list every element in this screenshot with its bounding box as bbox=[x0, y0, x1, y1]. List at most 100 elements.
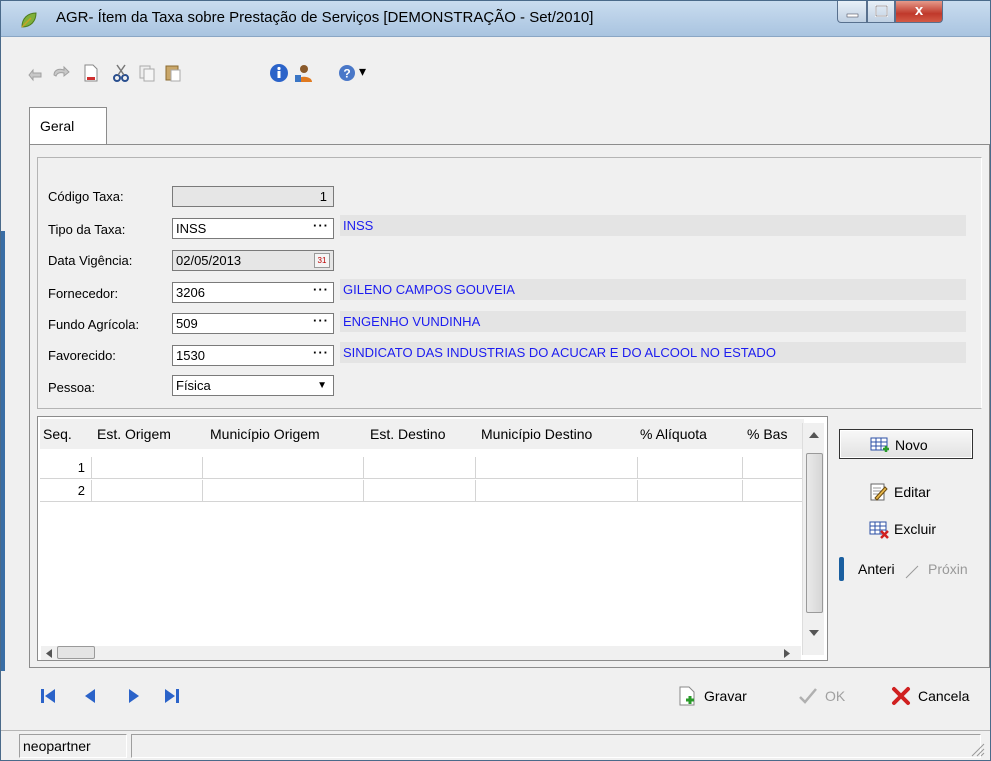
gravar-label: Gravar bbox=[704, 688, 747, 704]
next-record-icon[interactable] bbox=[125, 687, 143, 705]
cancela-label: Cancela bbox=[918, 688, 970, 704]
tipo-taxa-value: INSS bbox=[176, 221, 207, 236]
redo-icon[interactable] bbox=[51, 63, 71, 83]
table-row[interactable]: 2 bbox=[40, 480, 802, 502]
table-row[interactable]: 1 bbox=[40, 457, 802, 479]
fornecedor-lookup-icon[interactable]: ··· bbox=[313, 280, 329, 299]
data-grid: Seq. Est. Origem Município Origem Est. D… bbox=[37, 416, 828, 661]
data-vigencia-value: 02/05/2013 bbox=[176, 253, 242, 268]
last-record-icon[interactable] bbox=[163, 687, 181, 705]
tipo-taxa-field[interactable]: INSS ··· bbox=[172, 218, 334, 239]
fundo-agricola-lookup-icon[interactable]: ··· bbox=[313, 311, 329, 330]
scroll-down-icon[interactable] bbox=[809, 629, 819, 637]
divider-slash-icon bbox=[905, 565, 919, 579]
maximize-button[interactable] bbox=[867, 1, 895, 23]
tipo-taxa-lookup-icon[interactable]: ··· bbox=[313, 216, 329, 235]
tipo-taxa-label: Tipo da Taxa: bbox=[48, 222, 126, 237]
col-base[interactable]: % Bas bbox=[747, 426, 787, 442]
scroll-left-icon[interactable] bbox=[45, 649, 53, 658]
codigo-taxa-field: 1 bbox=[172, 186, 334, 207]
data-vigencia-field[interactable]: 02/05/2013 31 bbox=[172, 250, 334, 271]
tab-geral-label: Geral bbox=[40, 118, 75, 134]
tab-geral[interactable]: Geral bbox=[29, 107, 107, 145]
edit-icon bbox=[870, 483, 888, 501]
favorecido-field[interactable]: 1530 ··· bbox=[172, 345, 334, 366]
col-est-origem[interactable]: Est. Origem bbox=[97, 426, 171, 442]
fundo-agricola-field[interactable]: 509 ··· bbox=[172, 313, 334, 334]
close-icon: x bbox=[914, 2, 924, 19]
pessoa-value: Física bbox=[176, 378, 211, 393]
favorecido-lookup-icon[interactable]: ··· bbox=[313, 343, 329, 362]
hscroll-thumb[interactable] bbox=[57, 646, 95, 659]
previous-record-icon[interactable] bbox=[81, 687, 99, 705]
col-divider bbox=[202, 457, 203, 479]
pessoa-select[interactable]: Física ▼ bbox=[172, 375, 334, 396]
cancela-button[interactable]: Cancela bbox=[891, 683, 986, 709]
user-icon[interactable] bbox=[293, 63, 313, 83]
status-message-pane bbox=[131, 734, 981, 758]
fundo-agricola-description: ENGENHO VUNDINHA bbox=[340, 311, 966, 332]
excluir-button[interactable]: Excluir bbox=[839, 514, 973, 544]
window-title: AGR- Ítem da Taxa sobre Prestação de Ser… bbox=[56, 9, 594, 26]
copy-icon[interactable] bbox=[137, 63, 157, 83]
ok-label: OK bbox=[825, 688, 846, 704]
maximize-icon bbox=[875, 5, 888, 17]
grid-header: Seq. Est. Origem Município Origem Est. D… bbox=[40, 419, 804, 449]
pessoa-label: Pessoa: bbox=[48, 380, 95, 395]
col-aliquota[interactable]: % Alíquota bbox=[640, 426, 707, 442]
paste-icon[interactable] bbox=[163, 63, 183, 83]
svg-text:?: ? bbox=[343, 67, 350, 81]
title-bar[interactable]: AGR- Ítem da Taxa sobre Prestação de Ser… bbox=[1, 1, 990, 37]
proximo-button[interactable]: Próxin bbox=[928, 561, 968, 577]
status-user: neopartner bbox=[19, 734, 127, 758]
col-municipio-destino[interactable]: Município Destino bbox=[481, 426, 592, 442]
gravar-button[interactable]: Gravar bbox=[677, 683, 767, 709]
chevron-down-icon[interactable]: ▼ bbox=[317, 376, 327, 395]
col-divider bbox=[475, 457, 476, 479]
resize-grip-icon[interactable] bbox=[969, 741, 985, 757]
close-button[interactable]: x bbox=[895, 1, 943, 23]
fornecedor-field[interactable]: 3206 ··· bbox=[172, 282, 334, 303]
dropdown-arrow-icon[interactable]: ▾ bbox=[359, 63, 366, 80]
data-vigencia-label: Data Vigência: bbox=[48, 253, 133, 268]
app-leaf-icon bbox=[21, 12, 37, 28]
codigo-taxa-label: Código Taxa: bbox=[48, 189, 124, 204]
col-divider bbox=[742, 457, 743, 479]
col-divider bbox=[637, 480, 638, 502]
excluir-label: Excluir bbox=[894, 521, 937, 537]
novo-button[interactable]: Novo bbox=[839, 429, 973, 459]
cut-icon[interactable] bbox=[111, 63, 131, 83]
anterior-button[interactable]: Anteri bbox=[858, 561, 895, 577]
status-bar: neopartner bbox=[1, 730, 990, 760]
vertical-scrollbar[interactable] bbox=[802, 423, 824, 655]
col-est-destino[interactable]: Est. Destino bbox=[370, 426, 445, 442]
col-municipio-origem[interactable]: Município Origem bbox=[210, 426, 320, 442]
calendar-icon[interactable]: 31 bbox=[314, 253, 330, 268]
fundo-agricola-value: 509 bbox=[176, 316, 198, 331]
col-divider bbox=[363, 457, 364, 479]
cell-seq: 1 bbox=[40, 457, 92, 479]
help-icon[interactable]: ? bbox=[337, 63, 357, 83]
scroll-right-icon[interactable] bbox=[783, 649, 791, 658]
horizontal-scrollbar[interactable] bbox=[41, 646, 801, 660]
favorecido-description: SINDICATO DAS INDUSTRIAS DO ACUCAR E DO … bbox=[340, 342, 966, 363]
cancel-x-icon bbox=[892, 687, 910, 705]
undo-icon[interactable] bbox=[25, 63, 45, 83]
delete-row-icon bbox=[869, 521, 889, 539]
scroll-thumb[interactable] bbox=[806, 453, 823, 613]
ok-button[interactable]: OK bbox=[798, 683, 858, 709]
col-divider bbox=[742, 480, 743, 502]
window-edge-strip bbox=[1, 231, 5, 671]
editar-button[interactable]: Editar bbox=[839, 477, 973, 507]
col-seq[interactable]: Seq. bbox=[43, 426, 72, 442]
info-icon[interactable] bbox=[269, 63, 289, 83]
new-document-icon[interactable] bbox=[81, 63, 101, 83]
tipo-taxa-description: INSS bbox=[340, 215, 966, 236]
scroll-up-icon[interactable] bbox=[809, 431, 819, 439]
first-record-icon[interactable] bbox=[39, 687, 57, 705]
minimize-icon bbox=[846, 13, 859, 18]
favorecido-label: Favorecido: bbox=[48, 348, 116, 363]
favorecido-value: 1530 bbox=[176, 348, 205, 363]
minimize-button[interactable] bbox=[837, 1, 867, 23]
codigo-taxa-value: 1 bbox=[319, 189, 327, 204]
